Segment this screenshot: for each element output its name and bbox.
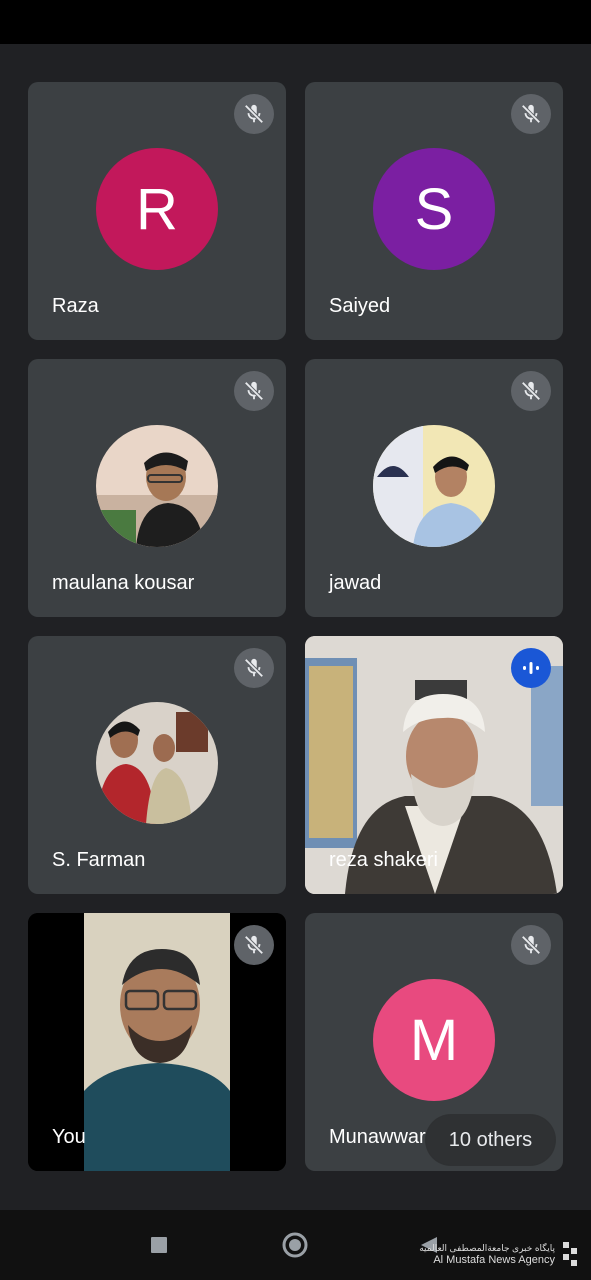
audio-level-icon bbox=[511, 648, 551, 688]
watermark-arabic: پایگاه خبری جامعة‌المصطفی العالمیه bbox=[419, 1243, 555, 1253]
participant-name: Saiyed bbox=[329, 295, 391, 317]
mic-off-icon bbox=[511, 371, 551, 411]
participant-tile-raza[interactable]: R Raza bbox=[28, 82, 286, 340]
profile-photo-avatar bbox=[96, 425, 218, 547]
others-button[interactable]: 10 others bbox=[426, 1115, 555, 1165]
agency-logo-icon bbox=[563, 1242, 577, 1266]
circle-icon[interactable] bbox=[280, 1230, 310, 1260]
mic-off-icon bbox=[511, 94, 551, 134]
mic-off-icon bbox=[511, 925, 551, 965]
participant-name: Raza bbox=[52, 295, 99, 317]
profile-photo-avatar bbox=[96, 702, 218, 824]
participant-name: You bbox=[52, 1126, 86, 1148]
participant-name: maulana kousar bbox=[52, 572, 195, 594]
mic-off-icon bbox=[234, 94, 274, 134]
watermark: پایگاه خبری جامعة‌المصطفی العالمیه Al Mu… bbox=[419, 1240, 581, 1268]
participant-tile-s-farman[interactable]: S. Farman bbox=[28, 636, 286, 894]
avatar: S bbox=[373, 148, 495, 270]
watermark-english: Al Mustafa News Agency bbox=[433, 1254, 555, 1266]
square-icon[interactable] bbox=[144, 1230, 174, 1260]
participant-tile-you[interactable]: You bbox=[28, 913, 286, 1171]
participant-tile-saiyed[interactable]: S Saiyed bbox=[305, 82, 563, 340]
participant-tile-maulana-kousar[interactable]: maulana kousar bbox=[28, 359, 286, 617]
participant-grid: R Raza S Saiyed maulana kousar jawad S. … bbox=[0, 44, 591, 1210]
status-bar bbox=[0, 0, 591, 44]
participant-tile-reza-shakeri[interactable]: reza shakeri bbox=[305, 636, 563, 894]
profile-photo-avatar bbox=[373, 425, 495, 547]
participant-name: jawad bbox=[329, 572, 382, 594]
participant-name: reza shakeri bbox=[329, 849, 438, 871]
participant-tile-jawad[interactable]: jawad bbox=[305, 359, 563, 617]
mic-off-icon bbox=[234, 925, 274, 965]
avatar: R bbox=[96, 148, 218, 270]
avatar: M bbox=[373, 979, 495, 1101]
participant-name: Munawwar bbox=[329, 1126, 426, 1148]
mic-off-icon bbox=[234, 371, 274, 411]
participant-name: S. Farman bbox=[52, 849, 146, 871]
mic-off-icon bbox=[234, 648, 274, 688]
